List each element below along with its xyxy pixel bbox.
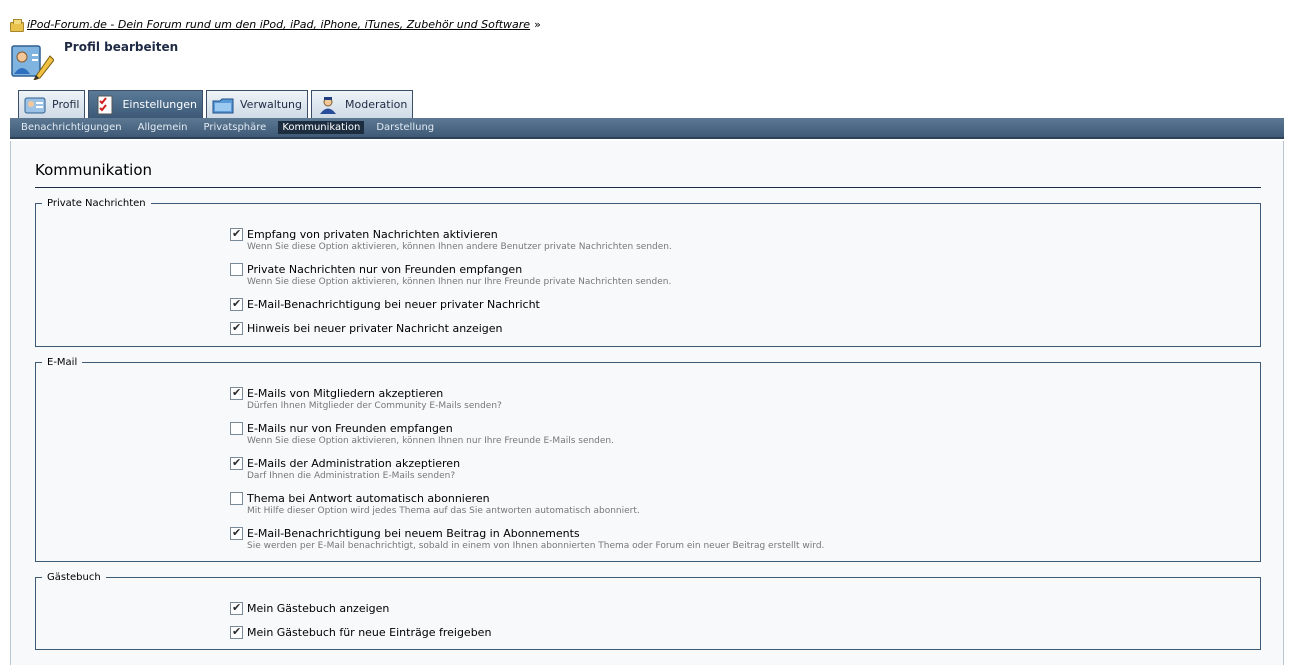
option-pm-friends-only: Private Nachrichten nur von Freunden emp… bbox=[230, 263, 672, 288]
checklist-icon bbox=[97, 95, 113, 114]
option-description: Darf Ihnen die Administration E-Mails se… bbox=[247, 471, 456, 481]
fieldset-legend: Gästebuch bbox=[47, 572, 101, 583]
option-label: Mein Gästebuch anzeigen bbox=[247, 602, 390, 615]
tab-label: Verwaltung bbox=[240, 98, 303, 111]
folder-icon bbox=[10, 18, 24, 32]
subnav-darstellung[interactable]: Darstellung bbox=[372, 121, 438, 134]
checkbox[interactable] bbox=[230, 492, 243, 505]
option-guestbook-enable: Mein Gästebuch für neue Einträge freigeb… bbox=[230, 625, 492, 639]
option-description: Dürfen Ihnen Mitglieder der Community E-… bbox=[247, 401, 502, 411]
fieldset-gaestebuch: Gästebuch Mein Gästebuch anzeigen Mein G… bbox=[35, 572, 1261, 650]
option-guestbook-show: Mein Gästebuch anzeigen bbox=[230, 601, 390, 615]
option-label: E-Mails der Administration akzeptieren bbox=[247, 457, 461, 470]
option-subscription-notify: E-Mail-Benachrichtigung bei neuem Beitra… bbox=[230, 526, 825, 552]
option-description: Mit Hilfe dieser Option wird jedes Thema… bbox=[247, 506, 640, 516]
checkbox[interactable] bbox=[230, 526, 243, 540]
checkbox[interactable] bbox=[230, 422, 243, 435]
option-pm-show-hint: Hinweis bei neuer privater Nachricht anz… bbox=[230, 321, 503, 335]
option-email-friends-only: E-Mails nur von Freunden empfangen Wenn … bbox=[230, 422, 615, 447]
option-auto-subscribe: Thema bei Antwort automatisch abonnieren… bbox=[230, 492, 640, 517]
section-title: Kommunikation bbox=[35, 161, 153, 179]
option-description: Sie werden per E-Mail benachrichtigt, so… bbox=[247, 541, 825, 551]
tab-profil[interactable]: Profil bbox=[18, 90, 86, 118]
edit-profile-icon bbox=[11, 45, 54, 80]
fieldset-private-nachrichten: Private Nachrichten Empfang von privaten… bbox=[35, 198, 1261, 347]
subnav-privatsphaere[interactable]: Privatsphäre bbox=[200, 121, 271, 134]
title-divider bbox=[35, 187, 1261, 188]
subnav-allgemein[interactable]: Allgemein bbox=[134, 121, 192, 134]
option-pm-enable: Empfang von privaten Nachrichten aktivie… bbox=[230, 227, 672, 253]
breadcrumb: iPod-Forum.de - Dein Forum rund um den i… bbox=[10, 18, 541, 32]
option-label: Hinweis bei neuer privater Nachricht anz… bbox=[247, 322, 503, 335]
tab-einstellungen[interactable]: Einstellungen bbox=[88, 90, 204, 118]
tab-label: Profil bbox=[52, 98, 80, 111]
tab-label: Moderation bbox=[345, 98, 408, 111]
moderator-icon bbox=[320, 96, 337, 114]
option-pm-email-notify: E-Mail-Benachrichtigung bei neuer privat… bbox=[230, 297, 540, 311]
option-label: Mein Gästebuch für neue Einträge freigeb… bbox=[247, 626, 492, 639]
checkbox[interactable] bbox=[230, 456, 243, 470]
sub-navigation: Benachrichtigungen Allgemein Privatsphär… bbox=[10, 118, 1284, 139]
tab-label: Einstellungen bbox=[122, 98, 198, 111]
option-description: Wenn Sie diese Option aktivieren, können… bbox=[247, 436, 615, 446]
option-label: E-Mails von Mitgliedern akzeptieren bbox=[247, 387, 444, 400]
checkbox[interactable] bbox=[230, 321, 243, 335]
option-description: Wenn Sie diese Option aktivieren, können… bbox=[247, 242, 672, 252]
checkbox[interactable] bbox=[230, 386, 243, 400]
tab-moderation[interactable]: Moderation bbox=[311, 90, 414, 118]
option-description: Wenn Sie diese Option aktivieren, können… bbox=[247, 277, 672, 287]
checkbox[interactable] bbox=[230, 601, 243, 615]
option-label: E-Mail-Benachrichtigung bei neuem Beitra… bbox=[247, 527, 580, 540]
subnav-benachrichtigungen[interactable]: Benachrichtigungen bbox=[17, 121, 126, 134]
breadcrumb-home-link[interactable]: iPod-Forum.de - Dein Forum rund um den i… bbox=[27, 18, 530, 31]
option-email-admin: E-Mails der Administration akzeptieren D… bbox=[230, 456, 461, 482]
subnav-kommunikation[interactable]: Kommunikation bbox=[278, 121, 365, 134]
breadcrumb-separator: » bbox=[534, 18, 541, 31]
option-label: Empfang von privaten Nachrichten aktivie… bbox=[247, 228, 498, 241]
page-title: Profil bearbeiten bbox=[64, 40, 179, 54]
checkbox[interactable] bbox=[230, 263, 243, 276]
option-email-members: E-Mails von Mitgliedern akzeptieren Dürf… bbox=[230, 386, 502, 412]
settings-panel: Kommunikation Private Nachrichten Empfan… bbox=[10, 141, 1284, 665]
option-label: E-Mail-Benachrichtigung bei neuer privat… bbox=[247, 298, 540, 311]
tab-verwaltung[interactable]: Verwaltung bbox=[206, 90, 309, 118]
option-label: Private Nachrichten nur von Freunden emp… bbox=[247, 263, 523, 276]
tab-bar: Profil Einstellungen Verwaltung Moderati… bbox=[18, 90, 414, 118]
fieldset-legend: Private Nachrichten bbox=[47, 198, 146, 209]
option-label: Thema bei Antwort automatisch abonnieren bbox=[247, 492, 490, 505]
fieldset-legend: E-Mail bbox=[47, 357, 78, 368]
folder-icon bbox=[212, 98, 234, 113]
checkbox[interactable] bbox=[230, 297, 243, 311]
profile-card-icon bbox=[24, 97, 46, 113]
checkbox[interactable] bbox=[230, 227, 243, 241]
option-label: E-Mails nur von Freunden empfangen bbox=[247, 422, 453, 435]
checkbox[interactable] bbox=[230, 625, 243, 639]
fieldset-email: E-Mail E-Mails von Mitgliedern akzeptier… bbox=[35, 357, 1261, 562]
